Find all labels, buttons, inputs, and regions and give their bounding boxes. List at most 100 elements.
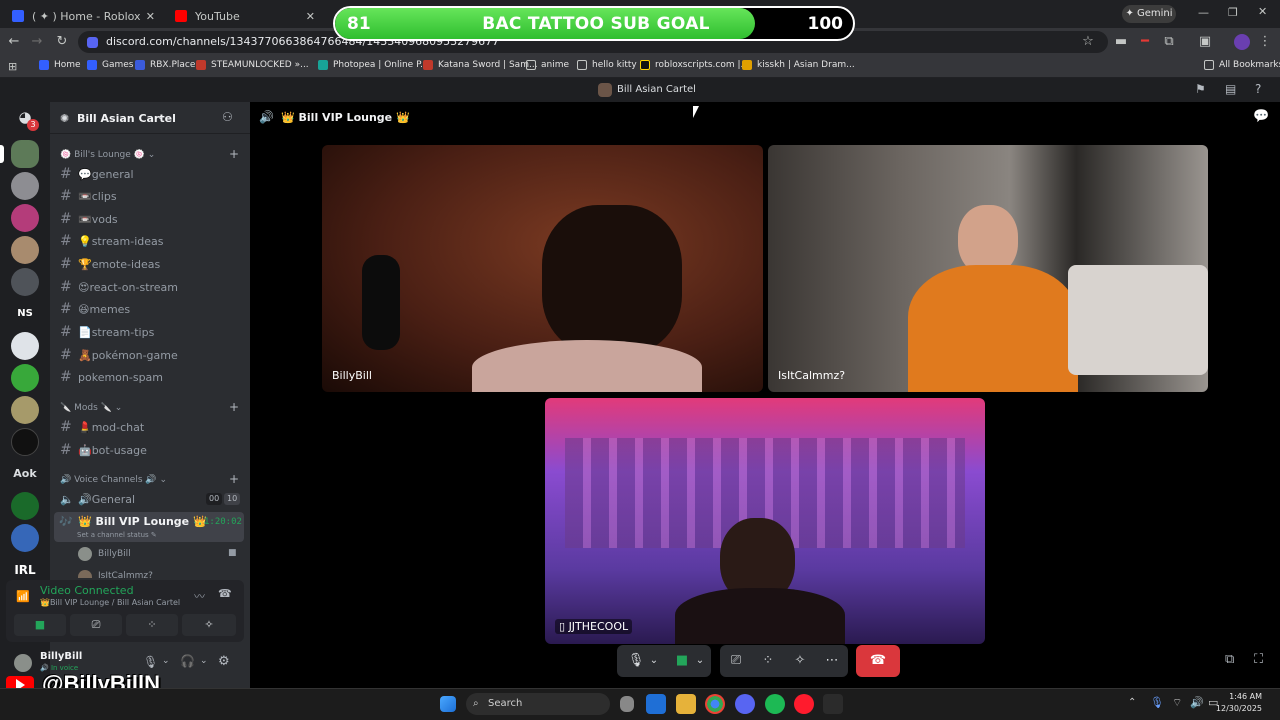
server-icon-aok[interactable]: Aok: [11, 460, 39, 488]
server-icon-ns[interactable]: NS: [11, 300, 39, 328]
chat-bubble-icon[interactable]: 💬: [1253, 109, 1269, 124]
tab-youtube[interactable]: YouTube ✕: [163, 4, 323, 28]
screen-share-icon[interactable]: ⎚: [720, 645, 752, 677]
server-icon[interactable]: [11, 236, 39, 264]
add-member-icon[interactable]: ⚇: [222, 110, 233, 124]
disconnect-icon[interactable]: ☎: [218, 587, 232, 600]
server-icon[interactable]: [11, 204, 39, 232]
apps-grid-icon[interactable]: ⊞: [8, 60, 17, 73]
channel-clips[interactable]: # 📼 clips: [60, 186, 240, 206]
server-icon[interactable]: [11, 524, 39, 552]
video-tile-jjthecool[interactable]: ▯ JJTHECOOL: [545, 398, 985, 644]
extension-icon[interactable]: ▬: [1112, 33, 1130, 51]
windows-start-icon[interactable]: [440, 696, 456, 712]
close-icon[interactable]: ✕: [306, 10, 315, 23]
app-icon[interactable]: [823, 694, 843, 714]
bookmark-hello-kitty[interactable]: hello kitty: [577, 60, 637, 70]
profile-avatar[interactable]: [1234, 34, 1250, 50]
voice-member-name[interactable]: IsItCalmmz?: [98, 571, 153, 579]
voice-channel-vip-lounge[interactable]: 🎶 👑 Bill VIP Lounge 👑 1:20:02 Set a chan…: [54, 512, 244, 542]
close-window-icon[interactable]: ✕: [1258, 5, 1267, 18]
voice-channel-general[interactable]: 🔈 🔊 General 00 10: [60, 489, 241, 509]
user-avatar[interactable]: [14, 654, 32, 672]
clock-date[interactable]: 12/30/2025: [1208, 704, 1262, 713]
volume-icon[interactable]: 🔊: [1190, 696, 1204, 709]
minimize-icon[interactable]: —: [1198, 6, 1209, 19]
activities-button[interactable]: ⁘: [126, 614, 178, 636]
tab-roblox[interactable]: ( ✦ ) Home - Roblox ✕: [0, 4, 163, 28]
channel-pokemon-spam[interactable]: # pokemon-spam: [60, 367, 240, 387]
chrome-icon[interactable]: [705, 694, 725, 714]
category-voice[interactable]: 🔊 Voice Channels 🔊 ⌄: [60, 475, 167, 485]
flag-icon[interactable]: ⚑: [1195, 82, 1206, 96]
popout-icon[interactable]: ⧉: [1225, 652, 1234, 667]
bookmark-robloxscripts[interactable]: robloxscripts.com |...: [640, 60, 749, 70]
mouse-app-icon[interactable]: [620, 696, 634, 712]
reload-icon[interactable]: ↻: [53, 33, 71, 51]
help-icon[interactable]: ?: [1255, 82, 1261, 96]
channel-stream-tips[interactable]: # 📄 stream-tips: [60, 322, 240, 342]
video-tile-isitcalmmz[interactable]: IsItCalmmz?: [768, 145, 1208, 392]
server-icon[interactable]: [11, 172, 39, 200]
server-icon-kick[interactable]: [11, 492, 39, 520]
extension-red-icon[interactable]: ━: [1136, 33, 1154, 51]
bookmark-anime[interactable]: anime: [526, 60, 569, 70]
bookmark-steamunlocked[interactable]: STEAMUNLOCKED »...: [196, 60, 309, 70]
channel-general[interactable]: # 💬 general: [60, 164, 240, 184]
file-explorer-icon[interactable]: [676, 694, 696, 714]
edge-news-icon[interactable]: [646, 694, 666, 714]
all-bookmarks[interactable]: All Bookmarks: [1204, 60, 1280, 70]
restore-icon[interactable]: ❐: [1228, 6, 1238, 19]
channel-pokemon-game[interactable]: # 🧸 pokémon-game: [60, 345, 240, 365]
server-icon[interactable]: [11, 428, 39, 456]
category-mods[interactable]: 🔪 Mods 🔪 ⌄: [60, 403, 122, 413]
noise-suppression-icon[interactable]: 〰: [194, 588, 205, 604]
gemini-button[interactable]: ✦ Gemini: [1122, 5, 1176, 23]
bookmark-home[interactable]: Home: [39, 60, 81, 70]
chevron-down-icon[interactable]: ⌄: [200, 656, 208, 666]
tray-chevron-icon[interactable]: ⌃: [1128, 697, 1136, 708]
back-icon[interactable]: ←: [5, 33, 23, 51]
camera-toggle-button[interactable]: ■: [14, 614, 66, 636]
leave-call-button[interactable]: ☎: [856, 645, 900, 677]
headphones-icon[interactable]: 🎧: [180, 654, 195, 668]
discord-app-icon[interactable]: [735, 694, 755, 714]
channel-memes[interactable]: # 😆 memes: [60, 299, 240, 319]
chevron-up-icon[interactable]: ⌄: [644, 645, 664, 677]
spotify-icon[interactable]: [765, 694, 785, 714]
server-icon[interactable]: [11, 268, 39, 296]
sidepanel-icon[interactable]: ▣: [1196, 33, 1214, 51]
bookmark-katana[interactable]: Katana Sword | Sam...: [423, 60, 538, 70]
voice-member-name[interactable]: BillyBill: [98, 549, 131, 559]
add-channel-icon[interactable]: +: [229, 400, 239, 414]
server-icon-bill-asian-cartel[interactable]: [11, 140, 39, 168]
fullscreen-icon[interactable]: ⛶: [1254, 652, 1263, 667]
server-header[interactable]: ✺ Bill Asian Cartel ⌄ ⚇: [50, 102, 250, 134]
channel-mod-chat[interactable]: # 💄 mod-chat: [60, 417, 240, 437]
server-icon[interactable]: [11, 396, 39, 424]
activities-icon[interactable]: ⁘: [752, 645, 784, 677]
mic-tray-icon[interactable]: 🎙: [1150, 696, 1164, 709]
channel-emote-ideas[interactable]: # 🏆 emote-ideas: [60, 254, 240, 274]
chevron-down-icon[interactable]: ⌄: [162, 656, 170, 666]
server-icon[interactable]: [11, 364, 39, 392]
gear-icon[interactable]: ⚙: [218, 654, 230, 669]
server-icon[interactable]: [11, 332, 39, 360]
bookmark-kisskh[interactable]: kisskh | Asian Dram...: [742, 60, 855, 70]
channel-bot-usage[interactable]: # 🤖 bot-usage: [60, 440, 240, 460]
category-lounge[interactable]: 🍥 Bill's Lounge 🍥 ⌄: [60, 150, 155, 160]
more-icon[interactable]: ⋯: [816, 645, 848, 677]
opera-icon[interactable]: [794, 694, 814, 714]
taskbar-search[interactable]: ⌕ Search: [466, 693, 610, 715]
inbox-icon[interactable]: ▤: [1225, 82, 1236, 96]
chevron-up-icon[interactable]: ⌄: [690, 645, 710, 677]
soundboard-icon[interactable]: ✧: [784, 645, 816, 677]
add-channel-icon[interactable]: +: [229, 147, 239, 161]
microphone-icon[interactable]: 🎙: [143, 655, 158, 669]
soundboard-button[interactable]: ✧: [182, 614, 236, 636]
add-channel-icon[interactable]: +: [229, 472, 239, 486]
channel-react-on-stream[interactable]: # 😍 react-on-stream: [60, 277, 240, 297]
clock-time[interactable]: 1:46 AM: [1222, 692, 1262, 701]
close-icon[interactable]: ✕: [146, 10, 155, 23]
screen-share-button[interactable]: ⎚: [70, 614, 122, 636]
